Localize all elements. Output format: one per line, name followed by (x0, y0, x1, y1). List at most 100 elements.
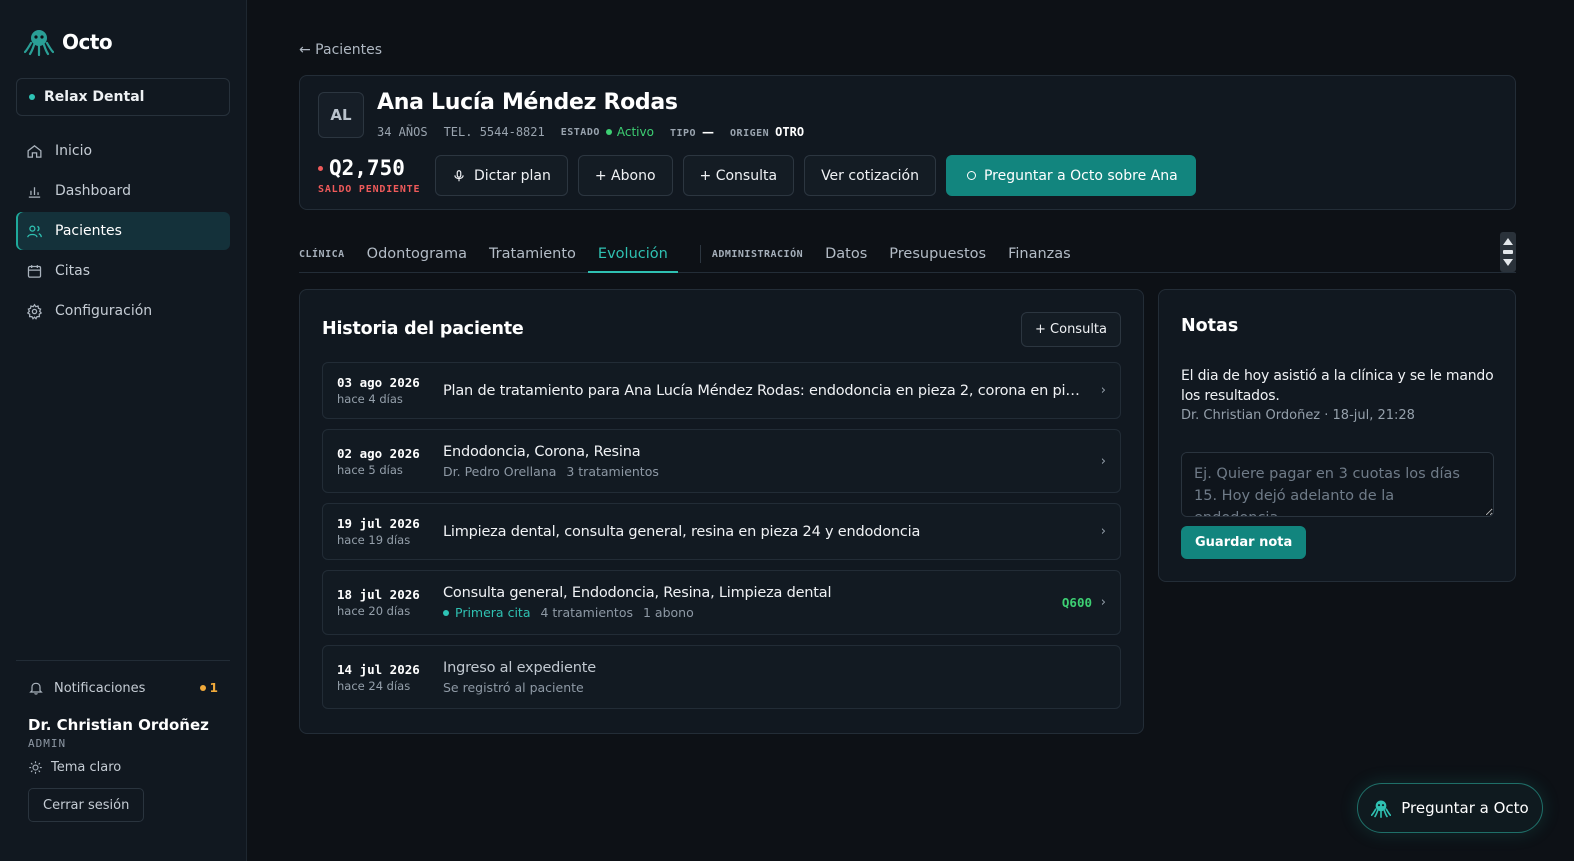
notifications-item[interactable]: Notificaciones 1 (28, 680, 218, 696)
sun-icon (29, 761, 42, 774)
home-icon (27, 144, 42, 158)
entry-amount: Q600 (1061, 595, 1092, 610)
sidebar-item-pacientes[interactable]: Pacientes (16, 212, 230, 250)
tipo-label: TIPO (669, 127, 697, 139)
entry-title: Limpieza dental, consulta general, resin… (443, 523, 921, 540)
add-consult-button[interactable]: + Consulta (682, 155, 795, 196)
ask-octo-label: Preguntar a Octo sobre Ana (983, 167, 1178, 184)
sidebar-nav: Inicio Dashboard Pacientes Citas Configu… (16, 132, 230, 332)
scroll-thumb[interactable] (1503, 249, 1513, 254)
entry-date: 18 jul 2026 hace 20 días (337, 587, 420, 618)
theme-label: Tema claro (51, 760, 122, 775)
octopus-icon (1371, 800, 1392, 818)
patient-tipo: TIPO — (670, 125, 714, 139)
entry-body: Plan de tratamiento para Ana Lucía Ménde… (443, 383, 1080, 399)
sidebar-item-inicio[interactable]: Inicio (16, 132, 230, 170)
sidebar-item-citas[interactable]: Citas (16, 252, 230, 290)
first-visit-badge: Primera cita (443, 605, 530, 620)
balance-dot (318, 165, 323, 171)
entry-description: Se registró al paciente (443, 679, 584, 695)
tab-finanzas[interactable]: Finanzas (1008, 236, 1071, 272)
history-card: Historia del paciente + Consulta 03 ago … (299, 289, 1144, 734)
chevron-right-icon: › (1100, 453, 1106, 469)
ask-octo-button[interactable]: Preguntar a Octo sobre Ana (945, 155, 1196, 196)
balance-label: SALDO PENDIENTE (318, 184, 421, 195)
sidebar-item-label: Configuración (55, 303, 153, 319)
back-link[interactable]: ← Pacientes (299, 42, 382, 58)
entry-body: Endodoncia, Corona, Resina Dr. Pedro Ore… (443, 444, 1080, 479)
octopus-logo-icon (24, 30, 54, 56)
logout-button[interactable]: Cerrar sesión (28, 788, 145, 822)
clinic-selector[interactable]: Relax Dental (16, 78, 230, 116)
dictate-plan-button[interactable]: Dictar plan (435, 155, 568, 196)
calendar-icon (27, 264, 42, 278)
ask-octo-fab[interactable]: Preguntar a Octo (1357, 783, 1543, 833)
tab-odontograma[interactable]: Odontograma (367, 236, 467, 272)
note-input[interactable] (1181, 452, 1494, 517)
entry-ago: hace 24 días (337, 678, 411, 693)
tab-evolucion[interactable]: Evolución (587, 236, 678, 273)
note-meta: Dr. Christian Ordoñez · 18-jul, 21:28 (1181, 408, 1415, 423)
tab-tratamiento[interactable]: Tratamiento (489, 236, 576, 272)
patient-actions: Dictar plan + Abono + Consulta Ver cotiz… (435, 155, 1196, 196)
history-list: 03 ago 2026 hace 4 días Plan de tratamie… (322, 362, 1121, 719)
entry-title: Endodoncia, Corona, Resina (443, 443, 641, 460)
tab-datos[interactable]: Datos (825, 236, 867, 272)
dictate-plan-label: Dictar plan (474, 167, 551, 184)
chevron-right-icon: › (1100, 595, 1106, 610)
user-role: ADMIN (28, 737, 67, 750)
status-badge: Activo (605, 125, 654, 139)
entry-date: 14 jul 2026 hace 24 días (337, 662, 420, 693)
entry-doctor: Dr. Pedro Orellana (443, 463, 557, 479)
patient-header: AL Ana Lucía Méndez Rodas 34 AÑOS TEL. 5… (299, 75, 1516, 210)
history-entry[interactable]: 02 ago 2026 hace 5 días Endodoncia, Coro… (322, 429, 1121, 493)
history-entry: 14 jul 2026 hace 24 días Ingreso al expe… (322, 645, 1121, 709)
sidebar-item-dashboard[interactable]: Dashboard (16, 172, 230, 210)
save-note-button[interactable]: Guardar nota (1181, 526, 1307, 559)
chart-icon (28, 186, 41, 198)
notifications-count-value: 1 (209, 681, 218, 695)
microphone-icon (454, 169, 464, 181)
patient-origen: ORIGEN OTRO (730, 125, 804, 139)
tab-group-administracion: ADMINISTRACIÓN (711, 248, 804, 260)
entry-date-value: 03 ago 2026 (337, 375, 420, 390)
brand[interactable]: Octo (24, 28, 113, 56)
origen-value: OTRO (775, 124, 805, 139)
balance-value: Q2,750 (329, 156, 405, 180)
history-entry[interactable]: 18 jul 2026 hace 20 días Consulta genera… (322, 570, 1121, 635)
tabs-scrollbar[interactable] (1500, 232, 1516, 272)
entry-title: Plan de tratamiento para Ana Lucía Ménde… (443, 382, 1080, 399)
first-visit-dot (443, 609, 449, 616)
patient-tabs: CLÍNICA Odontograma Tratamiento Evolució… (299, 232, 1516, 273)
clinic-name: Relax Dental (44, 89, 145, 105)
sidebar-item-label: Citas (55, 263, 91, 279)
chevron-right-icon: › (1100, 524, 1106, 539)
history-entry[interactable]: 19 jul 2026 hace 19 días Limpieza dental… (322, 503, 1121, 560)
entry-ago: hace 5 días (337, 462, 403, 477)
entry-treatments: 4 tratamientos (540, 605, 633, 620)
theme-toggle[interactable]: Tema claro (28, 760, 121, 775)
add-payment-button[interactable]: + Abono (577, 155, 673, 196)
patient-meta: 34 AÑOS TEL. 5544-8821 ESTADO Activo TIPO… (377, 124, 804, 140)
scroll-up-icon[interactable] (1503, 237, 1513, 245)
notifications-label: Notificaciones (54, 680, 146, 696)
entry-payments: 1 abono (643, 605, 694, 620)
bell-icon (29, 682, 43, 695)
scroll-down-icon[interactable] (1503, 259, 1513, 267)
view-quote-button[interactable]: Ver cotización (804, 155, 936, 196)
notifications-count: 1 (199, 681, 218, 695)
ring-icon (966, 171, 976, 180)
estado-label: ESTADO (560, 127, 600, 138)
entry-body: Limpieza dental, consulta general, resin… (443, 524, 1080, 540)
patient-phone: TEL. 5544-8821 (443, 124, 545, 139)
history-entry[interactable]: 03 ago 2026 hace 4 días Plan de tratamie… (322, 362, 1121, 419)
users-icon (27, 225, 42, 237)
entry-title: Consulta general, Endodoncia, Resina, Li… (443, 585, 832, 601)
sidebar-item-configuracion[interactable]: Configuración (16, 292, 230, 330)
entry-ago: hace 4 días (337, 392, 403, 406)
entry-date-value: 14 jul 2026 (337, 661, 420, 677)
tab-presupuestos[interactable]: Presupuestos (889, 236, 986, 272)
entry-details: Primera cita 4 tratamientos 1 abono (443, 605, 1080, 620)
history-add-consult-button[interactable]: + Consulta (1021, 312, 1121, 347)
entry-details: Dr. Pedro Orellana 3 tratamientos (443, 464, 1080, 479)
